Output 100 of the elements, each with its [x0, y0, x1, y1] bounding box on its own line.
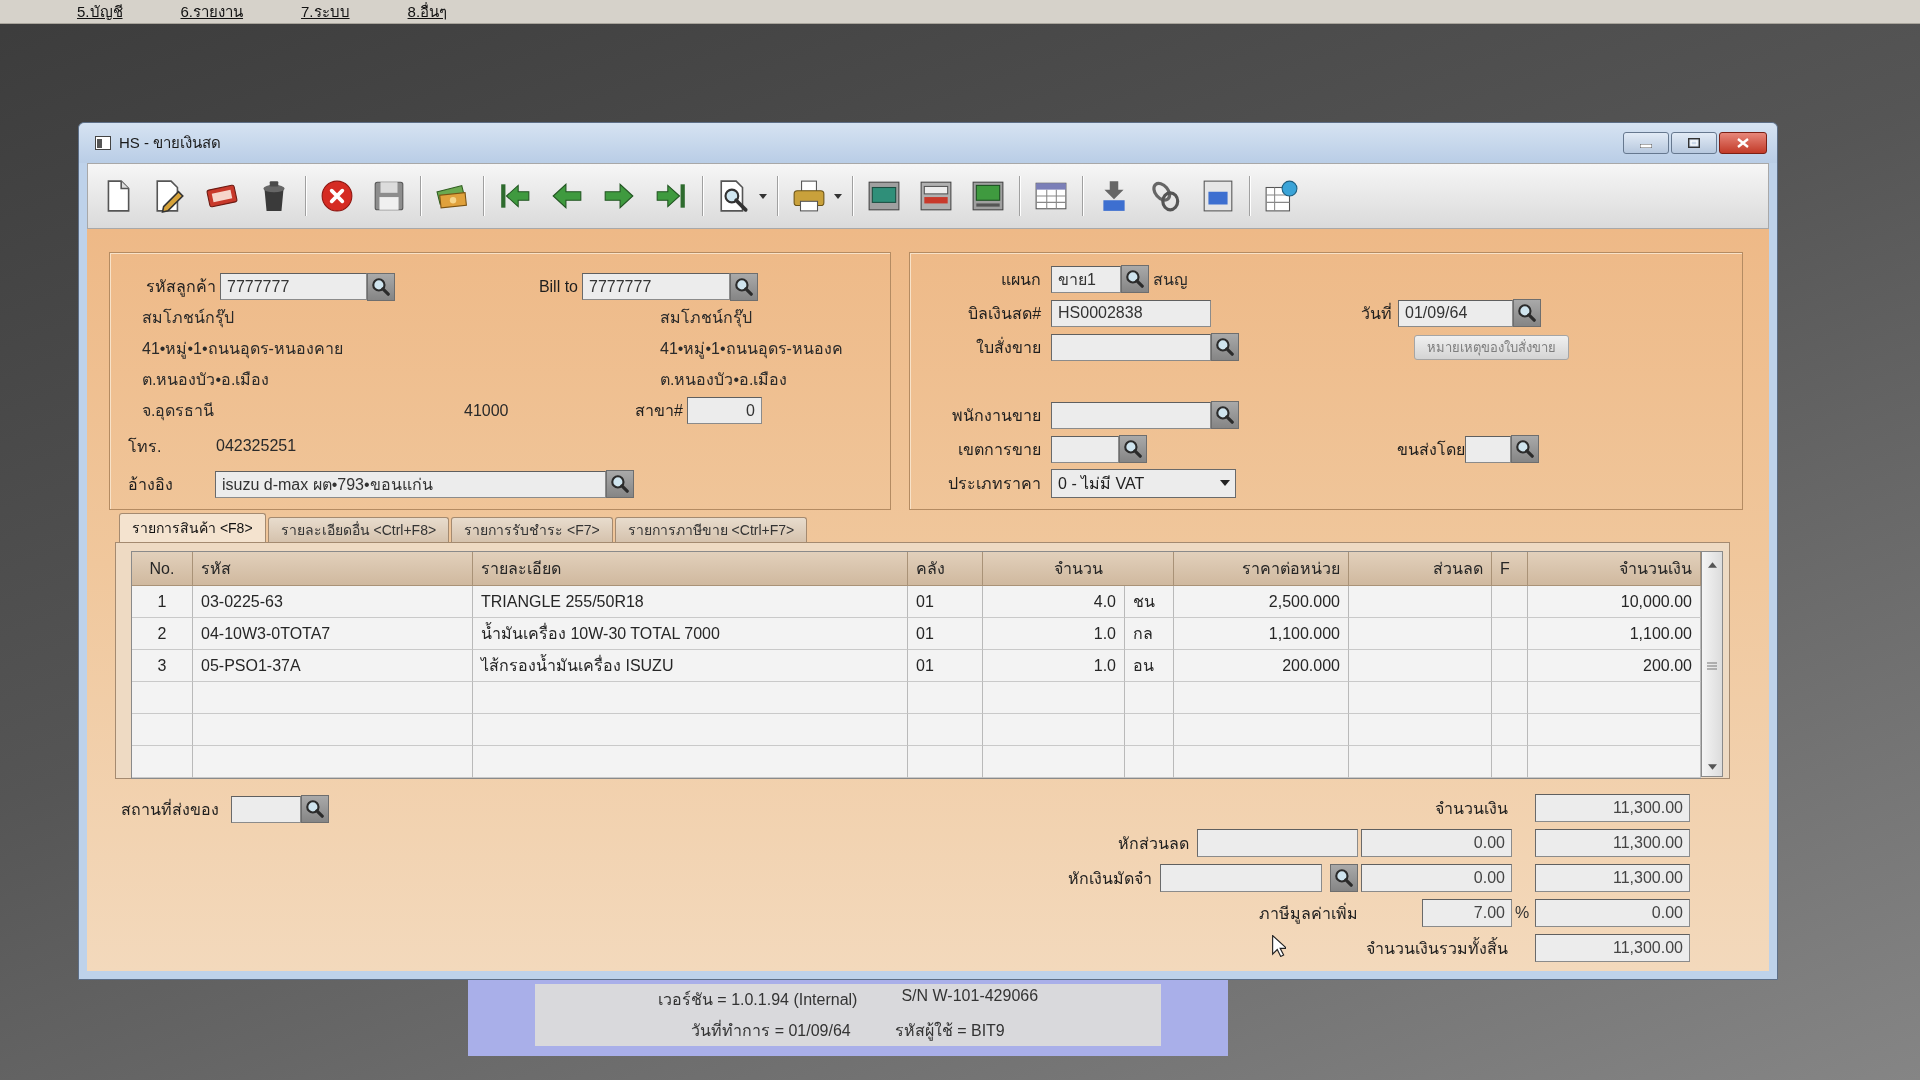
postcode-text: 41000 [464, 401, 510, 420]
tab[interactable]: รายการสินค้า <F8> [119, 513, 266, 542]
table-cell: กล [1125, 618, 1174, 650]
table-cell: 200.000 [1174, 650, 1349, 682]
tab[interactable]: รายการภาษีขาย <Ctrl+F7> [614, 517, 808, 542]
tab[interactable]: รายการรับชำระ <F7> [451, 517, 613, 542]
reference-field[interactable]: isuzu d-max ผต•793•ขอนแก่น [215, 470, 606, 498]
column-header[interactable]: F [1492, 552, 1528, 586]
sales-area-field[interactable] [1051, 435, 1120, 463]
field-label: แผนก [1000, 269, 1042, 290]
vat-rate-field[interactable]: 7.00 [1422, 899, 1512, 927]
field-label: สาขา# [634, 401, 683, 421]
minimize-button[interactable] [1623, 132, 1669, 154]
department-name: สนญ [1153, 269, 1189, 291]
caret-icon [834, 193, 842, 199]
search-button[interactable] [1211, 333, 1240, 361]
shipping-by-field[interactable] [1465, 435, 1512, 463]
minimize-icon [1640, 144, 1652, 148]
column-header[interactable]: ราคาต่อหน่วย [1174, 552, 1349, 586]
table-cell: อน [1125, 650, 1174, 682]
close-button[interactable] [1719, 132, 1767, 154]
table-cell: 01 [908, 586, 983, 618]
field-label: จำนวนเงินรวมทั้งสิ้น [1366, 936, 1509, 959]
field-label: บิลเงินสด# [967, 303, 1042, 324]
search-button[interactable] [301, 795, 329, 823]
search-button[interactable] [1511, 435, 1540, 463]
table-cell: 3 [132, 650, 193, 682]
table-cell: 1.0 [983, 618, 1125, 650]
search-button[interactable] [1330, 864, 1358, 892]
column-header[interactable]: รหัส [193, 552, 473, 586]
amount-field: 0.00 [1361, 864, 1512, 892]
table-cell: 05-PSO1-37A [193, 650, 473, 682]
table-cell [1492, 746, 1528, 778]
field-label: พนักงานขาย [951, 405, 1042, 426]
table-cell [1492, 618, 1528, 650]
province-text: จ.อุดรธานี [141, 401, 216, 423]
department-field[interactable]: ขาย1 [1051, 265, 1122, 293]
field-label: ขนส่งโดย [1397, 439, 1466, 460]
menu-item[interactable]: 7.ระบบ [301, 0, 350, 24]
price-type-dropdown[interactable]: 0 - ไม่มี VAT [1051, 468, 1237, 498]
search-button[interactable] [367, 272, 395, 301]
search-button[interactable] [730, 272, 758, 301]
mouse-pointer-icon [1272, 935, 1286, 957]
field-label: โทร. [128, 436, 163, 457]
column-header[interactable]: จำนวน [983, 552, 1174, 586]
address-line: ต.หนองบัว•อ.เมือง [141, 370, 271, 390]
search-button[interactable] [1513, 299, 1542, 327]
bill-number-field[interactable]: HS0002838 [1051, 299, 1212, 327]
search-icon [735, 277, 753, 296]
deposit-input-field[interactable] [1160, 864, 1322, 892]
document-icon [1201, 179, 1235, 213]
phone-text: 042325251 [216, 437, 297, 455]
table-cell: 01 [908, 650, 983, 682]
table-cell: 01 [908, 618, 983, 650]
discount-input-field[interactable] [1197, 829, 1358, 857]
address-line: ต.หนองบัว•อ.เมือง [660, 370, 788, 390]
search-button[interactable] [1119, 435, 1148, 463]
search-icon [1126, 270, 1145, 288]
sales-order-field[interactable] [1051, 333, 1212, 361]
date-field[interactable]: 01/09/64 [1398, 299, 1514, 327]
maximize-button[interactable] [1671, 132, 1717, 154]
amount-field: 0.00 [1361, 829, 1512, 857]
table-cell: 4.0 [983, 586, 1125, 618]
scrollbar[interactable] [1701, 551, 1723, 777]
salesperson-field[interactable] [1051, 401, 1212, 429]
field-label: ประเภทราคา [947, 473, 1042, 494]
table-cell [1492, 650, 1528, 682]
customer-code-field[interactable]: 7777777 [220, 273, 367, 300]
table-cell: 1.0 [983, 650, 1125, 682]
window-title: HS - ขายเงินสด [119, 133, 222, 153]
search-icon [1516, 440, 1535, 458]
branch-field[interactable]: 0 [687, 397, 762, 424]
column-header[interactable]: No. [132, 552, 193, 586]
menu-item[interactable]: 6.รายงาน [180, 0, 244, 24]
search-button[interactable] [1121, 265, 1150, 293]
delivery-location-field[interactable] [231, 795, 301, 823]
caret-icon [759, 193, 767, 199]
table-cell [132, 714, 193, 746]
table-cell [1125, 682, 1174, 714]
column-header[interactable]: ส่วนลด [1349, 552, 1492, 586]
field-label: วันที่ [1361, 302, 1393, 324]
scroll-down-icon [1707, 764, 1717, 770]
table-cell: 03-0225-63 [193, 586, 473, 618]
menu-item[interactable]: 8.อื่นๆ [407, 0, 448, 24]
search-button[interactable] [1211, 401, 1240, 429]
field-label: หักเงินมัดจำ [1068, 868, 1152, 889]
address-line: 41•หมู่•1•ถนนอุดร-หนองค [660, 339, 843, 361]
field-label: ใบสั่งขาย [975, 336, 1042, 358]
printer-icon [792, 179, 826, 213]
column-header[interactable]: รายละเอียด [473, 552, 908, 586]
menu-item[interactable]: 5.บัญชี [77, 0, 123, 24]
column-header[interactable]: คลัง [908, 552, 983, 586]
bill-to-field[interactable]: 7777777 [582, 273, 730, 300]
search-icon [1216, 406, 1235, 424]
search-button[interactable] [606, 470, 634, 498]
tab[interactable]: รายละเอียดอื่น <Ctrl+F8> [267, 517, 450, 542]
table-cell [132, 682, 193, 714]
table-cell: 2,500.000 [1174, 586, 1349, 618]
table-cell: 04-10W3-0TOTA7 [193, 618, 473, 650]
window-icon [95, 136, 111, 150]
